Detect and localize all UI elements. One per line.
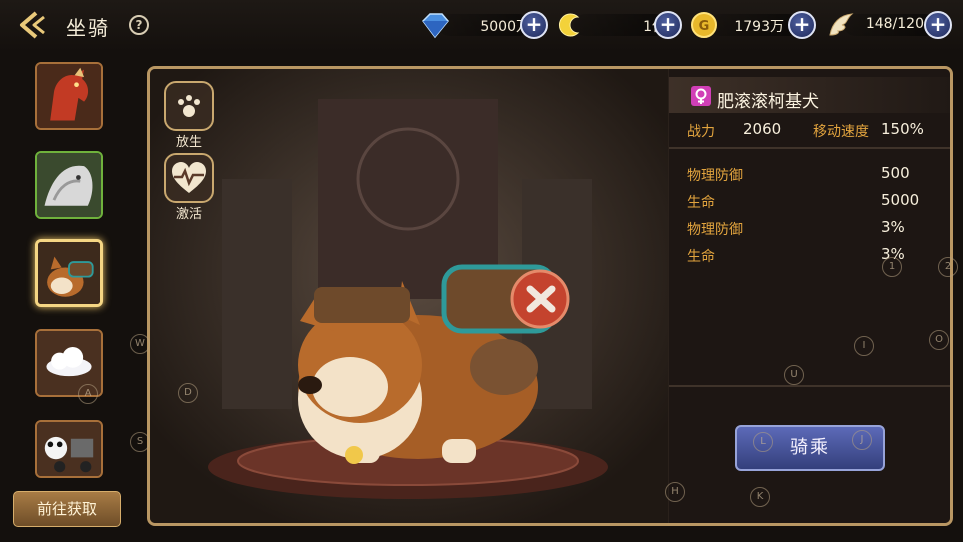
stamina-value: 148/120 (865, 16, 924, 32)
add-crescent-button[interactable]: + (654, 11, 682, 39)
stat-label: 物理防御 (687, 168, 743, 184)
stat-value: 500 (881, 164, 910, 182)
mount-name: 肥滚滚柯基犬 (717, 92, 819, 112)
mount-display-stage (150, 69, 668, 523)
paw-print-icon (178, 95, 200, 117)
mount-slot-panda-cart[interactable] (35, 420, 103, 478)
red-horse-icon (37, 64, 101, 128)
power-label: 战力 (687, 124, 715, 140)
svg-text:G: G (699, 19, 710, 34)
key-hint-d: D (178, 383, 198, 403)
diamond-value: 5000万 (480, 19, 530, 35)
release-button[interactable] (164, 81, 214, 131)
key-hint-a: A (78, 384, 98, 404)
resource-stamina: 148/120 + (826, 10, 956, 40)
yellow-crescent-icon (556, 11, 586, 39)
key-hint-h: H (665, 482, 685, 502)
wing-icon (826, 11, 856, 39)
key-hint-s: S (130, 432, 150, 452)
key-hint-2: 2 (938, 257, 958, 277)
female-icon (691, 86, 711, 106)
white-beast-icon (37, 153, 101, 217)
add-diamond-button[interactable]: + (520, 11, 548, 39)
mount-slot-white-beast[interactable] (35, 151, 103, 219)
release-label: 放生 (175, 135, 202, 150)
key-hint-k: K (750, 487, 770, 507)
divider (669, 385, 950, 387)
stat-label: 生命 (687, 249, 715, 265)
key-hint-j: J (852, 430, 872, 450)
stat-value: 3% (881, 218, 905, 236)
resource-crescent: 1亿 + (556, 10, 686, 40)
stat-label: 物理防御 (687, 222, 743, 238)
page-title: 坐骑 (66, 16, 110, 40)
key-hint-o: O (929, 330, 949, 350)
panda-cart-icon (37, 422, 101, 476)
add-stamina-button[interactable]: + (924, 11, 952, 39)
mount-detail-panel: 放生 激活 肥滚滚柯基犬 战力 2060 移动速度 150% 物理防御 500 … (147, 66, 953, 526)
goto-acquire-button[interactable]: 前往获取 (13, 491, 121, 527)
key-hint-w: W (130, 334, 150, 354)
heartbeat-icon (172, 162, 206, 193)
stat-value: 5000 (881, 191, 920, 209)
resource-gold: G 1793万 + (690, 10, 820, 40)
divider (669, 147, 950, 149)
gold-value: 1793万 (734, 19, 784, 35)
speed-label: 移动速度 (813, 124, 869, 140)
blue-diamond-icon (420, 11, 450, 39)
power-value: 2060 (743, 120, 782, 138)
corgi-dog-icon (38, 242, 100, 304)
key-hint-u: U (784, 365, 804, 385)
activate-label: 激活 (175, 207, 202, 222)
stat-label: 生命 (687, 195, 715, 211)
mount-info-panel: 肥滚滚柯基犬 战力 2060 移动速度 150% 物理防御 500 生命 500… (669, 69, 950, 523)
speed-value: 150% (881, 120, 924, 138)
resource-diamond: 5000万 + (420, 10, 550, 40)
mount-slot-corgi-dog[interactable] (35, 239, 103, 307)
key-hint-1: 1 (882, 257, 902, 277)
key-hint-l: L (753, 432, 773, 452)
top-bar: 坐骑 ? 5000万 + 1亿 + G (0, 0, 963, 52)
key-hint-i: I (854, 336, 874, 356)
mount-slot-red-horse[interactable] (35, 62, 103, 130)
add-gold-button[interactable]: + (788, 11, 816, 39)
help-icon[interactable]: ? (129, 15, 149, 35)
back-icon[interactable] (16, 10, 50, 40)
activate-button[interactable] (164, 153, 214, 203)
gold-coin-icon: G (690, 11, 720, 39)
